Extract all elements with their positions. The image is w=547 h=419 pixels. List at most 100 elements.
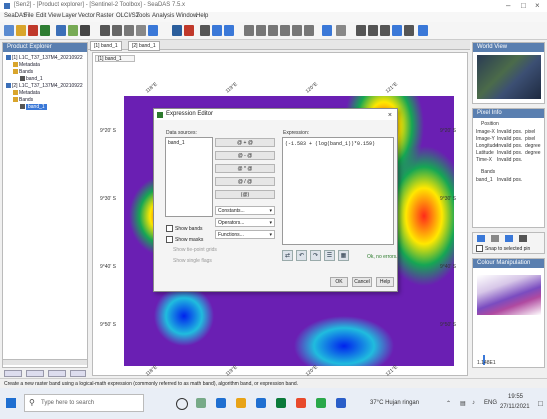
checkbox-box[interactable] xyxy=(166,225,173,232)
open-icon[interactable] xyxy=(16,25,26,36)
new-icon[interactable] xyxy=(4,25,14,36)
pin-icon[interactable] xyxy=(322,25,332,36)
band-maths-icon[interactable] xyxy=(56,25,66,36)
menu-item[interactable]: Analysis xyxy=(152,13,174,19)
filter-icon[interactable] xyxy=(68,25,78,36)
select-all-icon[interactable]: ⇄ xyxy=(282,250,293,261)
weather-text[interactable]: 37°C Hujan ringan xyxy=(370,400,419,406)
multiply-operator-button[interactable]: @ * @ xyxy=(215,164,275,173)
sum-icon[interactable] xyxy=(356,25,366,36)
checkbox-box[interactable] xyxy=(476,245,483,252)
notification-icon[interactable]: □ xyxy=(538,399,543,408)
menu-item[interactable]: View xyxy=(48,13,61,19)
product-icon[interactable] xyxy=(28,25,38,36)
menu-item[interactable]: Vector xyxy=(78,13,95,19)
network-icon[interactable]: ▤ xyxy=(460,400,466,407)
tab-mask[interactable] xyxy=(70,370,86,377)
word-icon[interactable] xyxy=(336,398,346,408)
menu-item[interactable]: Window xyxy=(176,13,197,19)
parentheses-button[interactable]: (@) xyxy=(215,190,275,199)
tab-band-1[interactable]: [1] band_1 xyxy=(90,41,122,51)
volume-icon[interactable]: ♪ xyxy=(472,400,475,406)
file-explorer-icon[interactable] xyxy=(236,398,246,408)
tree-node[interactable]: [1] L1C_T37_137M4_20210922 xyxy=(6,55,83,61)
tab-layer[interactable] xyxy=(48,370,66,377)
gcp-icon[interactable] xyxy=(336,25,346,36)
sync-icon[interactable] xyxy=(505,235,513,242)
histogram-thumbnail[interactable] xyxy=(477,275,541,315)
tab-band-2[interactable]: [2] band_1 xyxy=(128,41,160,51)
help-button[interactable]: Help xyxy=(376,277,394,287)
menu-item[interactable]: Raster xyxy=(96,13,114,19)
profile-icon[interactable] xyxy=(124,25,134,36)
windows-start-icon[interactable] xyxy=(6,398,16,408)
undo-icon[interactable]: ↶ xyxy=(296,250,307,261)
polygon-icon[interactable] xyxy=(292,25,302,36)
add-operator-button[interactable]: @ + @ xyxy=(215,138,275,147)
show-masks-checkbox[interactable]: Show masks xyxy=(166,236,203,243)
clock-time[interactable]: 19:55 xyxy=(508,394,523,400)
ok-button[interactable]: OK xyxy=(330,277,348,287)
data-sources-list[interactable]: band_1 xyxy=(165,137,213,217)
scatter-icon[interactable] xyxy=(112,25,122,36)
zoom-in-icon[interactable] xyxy=(212,25,222,36)
grid-icon[interactable] xyxy=(491,235,499,242)
tray-chevron-icon[interactable]: ⌃ xyxy=(446,400,451,407)
edge-icon[interactable] xyxy=(216,398,226,408)
functions-dropdown[interactable]: Functions... xyxy=(215,230,275,239)
close-icon[interactable]: × xyxy=(535,1,540,10)
select-icon[interactable] xyxy=(172,25,182,36)
maximize-icon[interactable]: □ xyxy=(521,1,526,10)
close-icon[interactable]: × xyxy=(388,110,392,121)
zoom-out-icon[interactable] xyxy=(224,25,234,36)
menu-item[interactable]: Tools xyxy=(136,13,150,19)
show-bands-checkbox[interactable]: Show bands xyxy=(166,225,203,232)
histogram-icon[interactable] xyxy=(80,25,90,36)
clear-icon[interactable]: ▦ xyxy=(338,250,349,261)
ellipse-icon[interactable] xyxy=(304,25,314,36)
world-map-thumbnail[interactable] xyxy=(477,55,541,99)
subtract-operator-button[interactable]: @ - @ xyxy=(215,151,275,160)
tree-node[interactable]: band_1 xyxy=(20,76,43,82)
constants-dropdown[interactable]: Constants... xyxy=(215,206,275,215)
minimize-icon[interactable]: – xyxy=(506,1,510,10)
magic-wand-icon[interactable] xyxy=(368,25,378,36)
mask-icon[interactable] xyxy=(184,25,194,36)
menu-item[interactable]: File xyxy=(24,13,34,19)
redo-icon[interactable]: ↷ xyxy=(310,250,321,261)
snap-app-icon[interactable] xyxy=(316,398,326,408)
tree-node[interactable]: [2] L1C_T37_137M4_20210922 xyxy=(6,83,83,89)
show-single-flags-checkbox[interactable]: Show single flags xyxy=(173,258,212,264)
save-icon[interactable] xyxy=(40,25,50,36)
chart-icon[interactable] xyxy=(404,25,414,36)
task-view-icon[interactable] xyxy=(196,398,206,408)
range-finder-icon[interactable] xyxy=(256,25,266,36)
divide-operator-button[interactable]: @ / @ xyxy=(215,177,275,186)
taskbar-search-box[interactable]: ⚲ Type here to search xyxy=(24,394,144,412)
horizontal-scrollbar[interactable] xyxy=(3,359,87,365)
graph-icon[interactable] xyxy=(380,25,390,36)
layer-icon[interactable] xyxy=(148,25,158,36)
menu-item[interactable]: Edit xyxy=(36,13,46,19)
menu-item[interactable]: Help xyxy=(196,13,208,19)
line-draw-icon[interactable] xyxy=(268,25,278,36)
show-tie-point-grids-checkbox[interactable]: Show tie-point grids xyxy=(173,247,217,253)
operators-dropdown[interactable]: Operators... xyxy=(215,218,275,227)
tree-node[interactable]: Bands xyxy=(13,97,33,103)
statistics-icon[interactable] xyxy=(100,25,110,36)
settings-icon[interactable] xyxy=(519,235,527,242)
tree-node-selected[interactable]: band_1 xyxy=(20,104,47,110)
pan-icon[interactable] xyxy=(200,25,210,36)
view-tab[interactable]: [1] band_1 xyxy=(95,55,135,62)
cancel-button[interactable]: Cancel xyxy=(352,277,372,287)
export-icon[interactable] xyxy=(418,25,428,36)
cortana-icon[interactable] xyxy=(176,398,188,410)
time-series-icon[interactable] xyxy=(392,25,402,36)
data-source-item[interactable]: band_1 xyxy=(168,140,185,146)
checkbox-box[interactable] xyxy=(166,236,173,243)
chrome-icon[interactable] xyxy=(296,398,306,408)
tree-node[interactable]: Metadata xyxy=(13,90,40,96)
spectrum-icon[interactable] xyxy=(136,25,146,36)
history-icon[interactable]: ☰ xyxy=(324,250,335,261)
clock-date[interactable]: 27/11/2021 xyxy=(500,404,530,410)
